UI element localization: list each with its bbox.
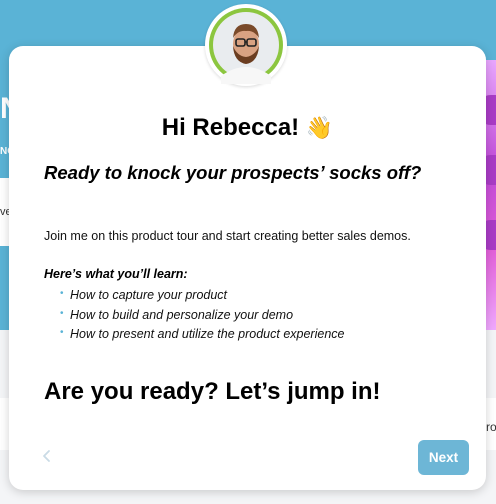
previous-button[interactable] [36,446,56,468]
bullet-icon: • [60,288,64,299]
list-item-text: How to present and utilize the product e… [70,327,345,341]
bullet-icon: • [60,307,64,319]
list-item: • How to present and utilize the product … [60,327,344,347]
list-item-text: How to capture your product [70,288,228,302]
background-text-fragment: ro [486,420,496,434]
subtitle: Ready to knock your prospects’ socks off… [44,162,422,183]
learn-list: • How to capture your product • How to bui… [60,288,344,347]
greeting-text: Hi Rebecca! [161,114,300,141]
learn-heading: Here’s what you’ll learn: [44,267,188,281]
guide-portrait [209,8,283,84]
call-to-action-heading: Are you ready? Let’s jump in! [44,378,381,405]
bullet-icon: • [60,327,64,338]
waving-hand-icon: 👋 [305,115,334,140]
intro-text: Join me on this product tour and start c… [44,229,411,243]
next-button[interactable]: Next [418,440,469,475]
chevron-left-icon [43,450,50,462]
list-item: • How to build and personalize your demo [60,308,344,328]
greeting-heading: Hi Rebecca! 👋 [9,114,486,142]
list-item-text: How to build and personalize your demo [70,307,294,322]
avatar [205,4,287,86]
list-item: • How to capture your product [60,288,344,308]
